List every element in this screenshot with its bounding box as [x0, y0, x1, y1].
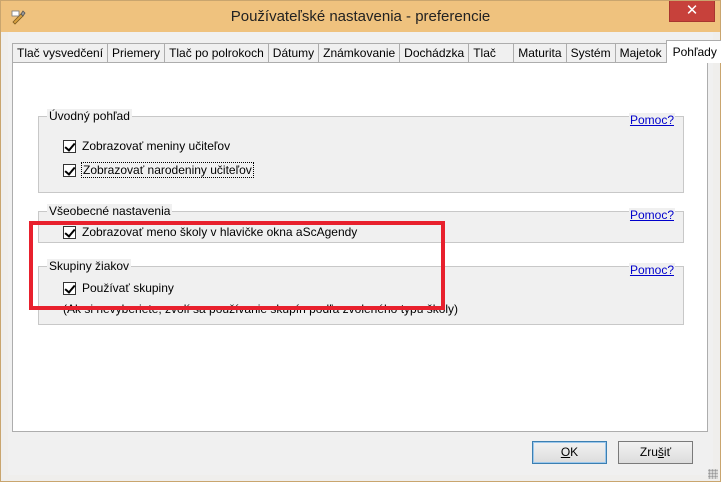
help-link[interactable]: Pomoc?: [628, 263, 675, 277]
group-title: Všeobecné nastavenia: [47, 204, 173, 218]
help-link[interactable]: Pomoc?: [628, 113, 675, 127]
checkbox-label: Zobrazovať meniny učiteľov: [82, 139, 231, 153]
checkbox-checked-icon[interactable]: [63, 163, 76, 177]
close-button[interactable]: ✕: [669, 1, 715, 22]
tab-majetok[interactable]: Majetok: [614, 43, 667, 63]
cancel-button[interactable]: Zrušiť: [618, 441, 693, 464]
tab-tlac-po-polrokoch[interactable]: Tlač po polrokoch: [164, 43, 269, 63]
group-title: Úvodný pohľad: [47, 109, 132, 123]
tab-dochadzka[interactable]: Dochádzka: [399, 43, 470, 63]
checkbox-narodeniny[interactable]: Zobrazovať narodeniny učiteľov: [63, 162, 254, 178]
ok-label-rest: K: [570, 445, 579, 459]
tab-priemery[interactable]: Priemery: [107, 43, 166, 63]
tab-tlac[interactable]: Tlač: [468, 43, 515, 63]
checkbox-checked-icon[interactable]: [63, 139, 76, 153]
window-title: Používateľské nastavenia - preferencie: [230, 8, 491, 25]
help-link[interactable]: Pomoc?: [628, 208, 675, 222]
tab-system[interactable]: Systém: [565, 43, 616, 63]
tab-tlac-vysvedceni[interactable]: Tlač vysvedčení: [12, 43, 109, 63]
tab-strip: Tlač vysvedčení Priemery Tlač po polroko…: [12, 40, 721, 63]
close-icon: ✕: [685, 2, 699, 19]
ok-button[interactable]: OK: [532, 441, 607, 464]
ok-label-mnemonic: O: [560, 445, 571, 459]
cancel-label-rest: iť: [663, 445, 672, 459]
tab-maturita[interactable]: Maturita: [513, 43, 567, 63]
checkbox-meniny[interactable]: Zobrazovať meniny učiteľov: [63, 138, 230, 154]
cancel-label-prefix: Zru: [639, 445, 658, 459]
annotation-highlight-box: [29, 221, 445, 310]
group-uvodny-pohlad: Úvodný pohľad Pomoc? Zobrazovať meniny u…: [38, 109, 684, 193]
resize-grip[interactable]: [708, 469, 718, 479]
tab-datumy[interactable]: Dátumy: [267, 43, 320, 63]
checkbox-label: Zobrazovať narodeniny učiteľov: [81, 162, 254, 178]
tab-pohlady[interactable]: Pohľady: [665, 40, 721, 63]
title-bar[interactable]: Používateľské nastavenia - preferencie ✕: [1, 1, 720, 32]
tab-znamkovanie[interactable]: Známkovanie: [318, 43, 401, 63]
